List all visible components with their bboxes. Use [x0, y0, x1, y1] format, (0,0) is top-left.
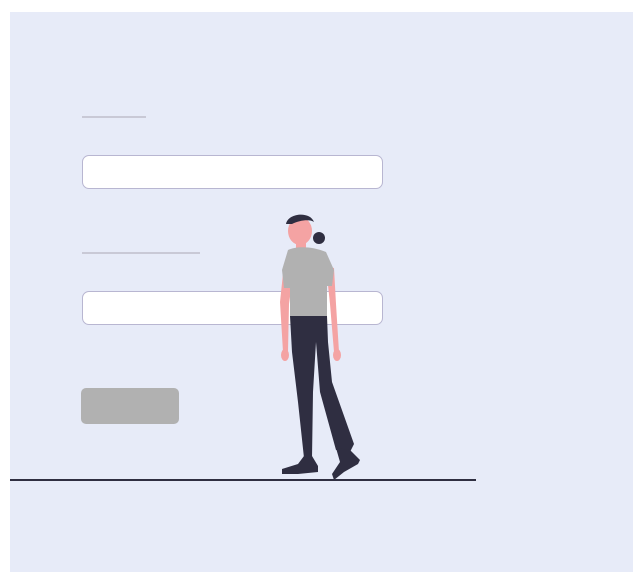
right-shoe [332, 448, 360, 480]
left-hand [281, 349, 289, 361]
illustration-canvas [10, 12, 633, 572]
person-walking-icon [280, 214, 360, 480]
right-hand [333, 349, 341, 361]
hair-bun [313, 232, 325, 244]
text-input-1[interactable] [82, 155, 383, 189]
pants [290, 316, 354, 458]
submit-button[interactable] [81, 388, 179, 424]
ground-line [10, 479, 476, 481]
field-2-label-placeholder [82, 252, 200, 254]
left-shoe [282, 456, 318, 474]
field-1-label-placeholder [82, 116, 146, 118]
shirt [282, 247, 334, 316]
